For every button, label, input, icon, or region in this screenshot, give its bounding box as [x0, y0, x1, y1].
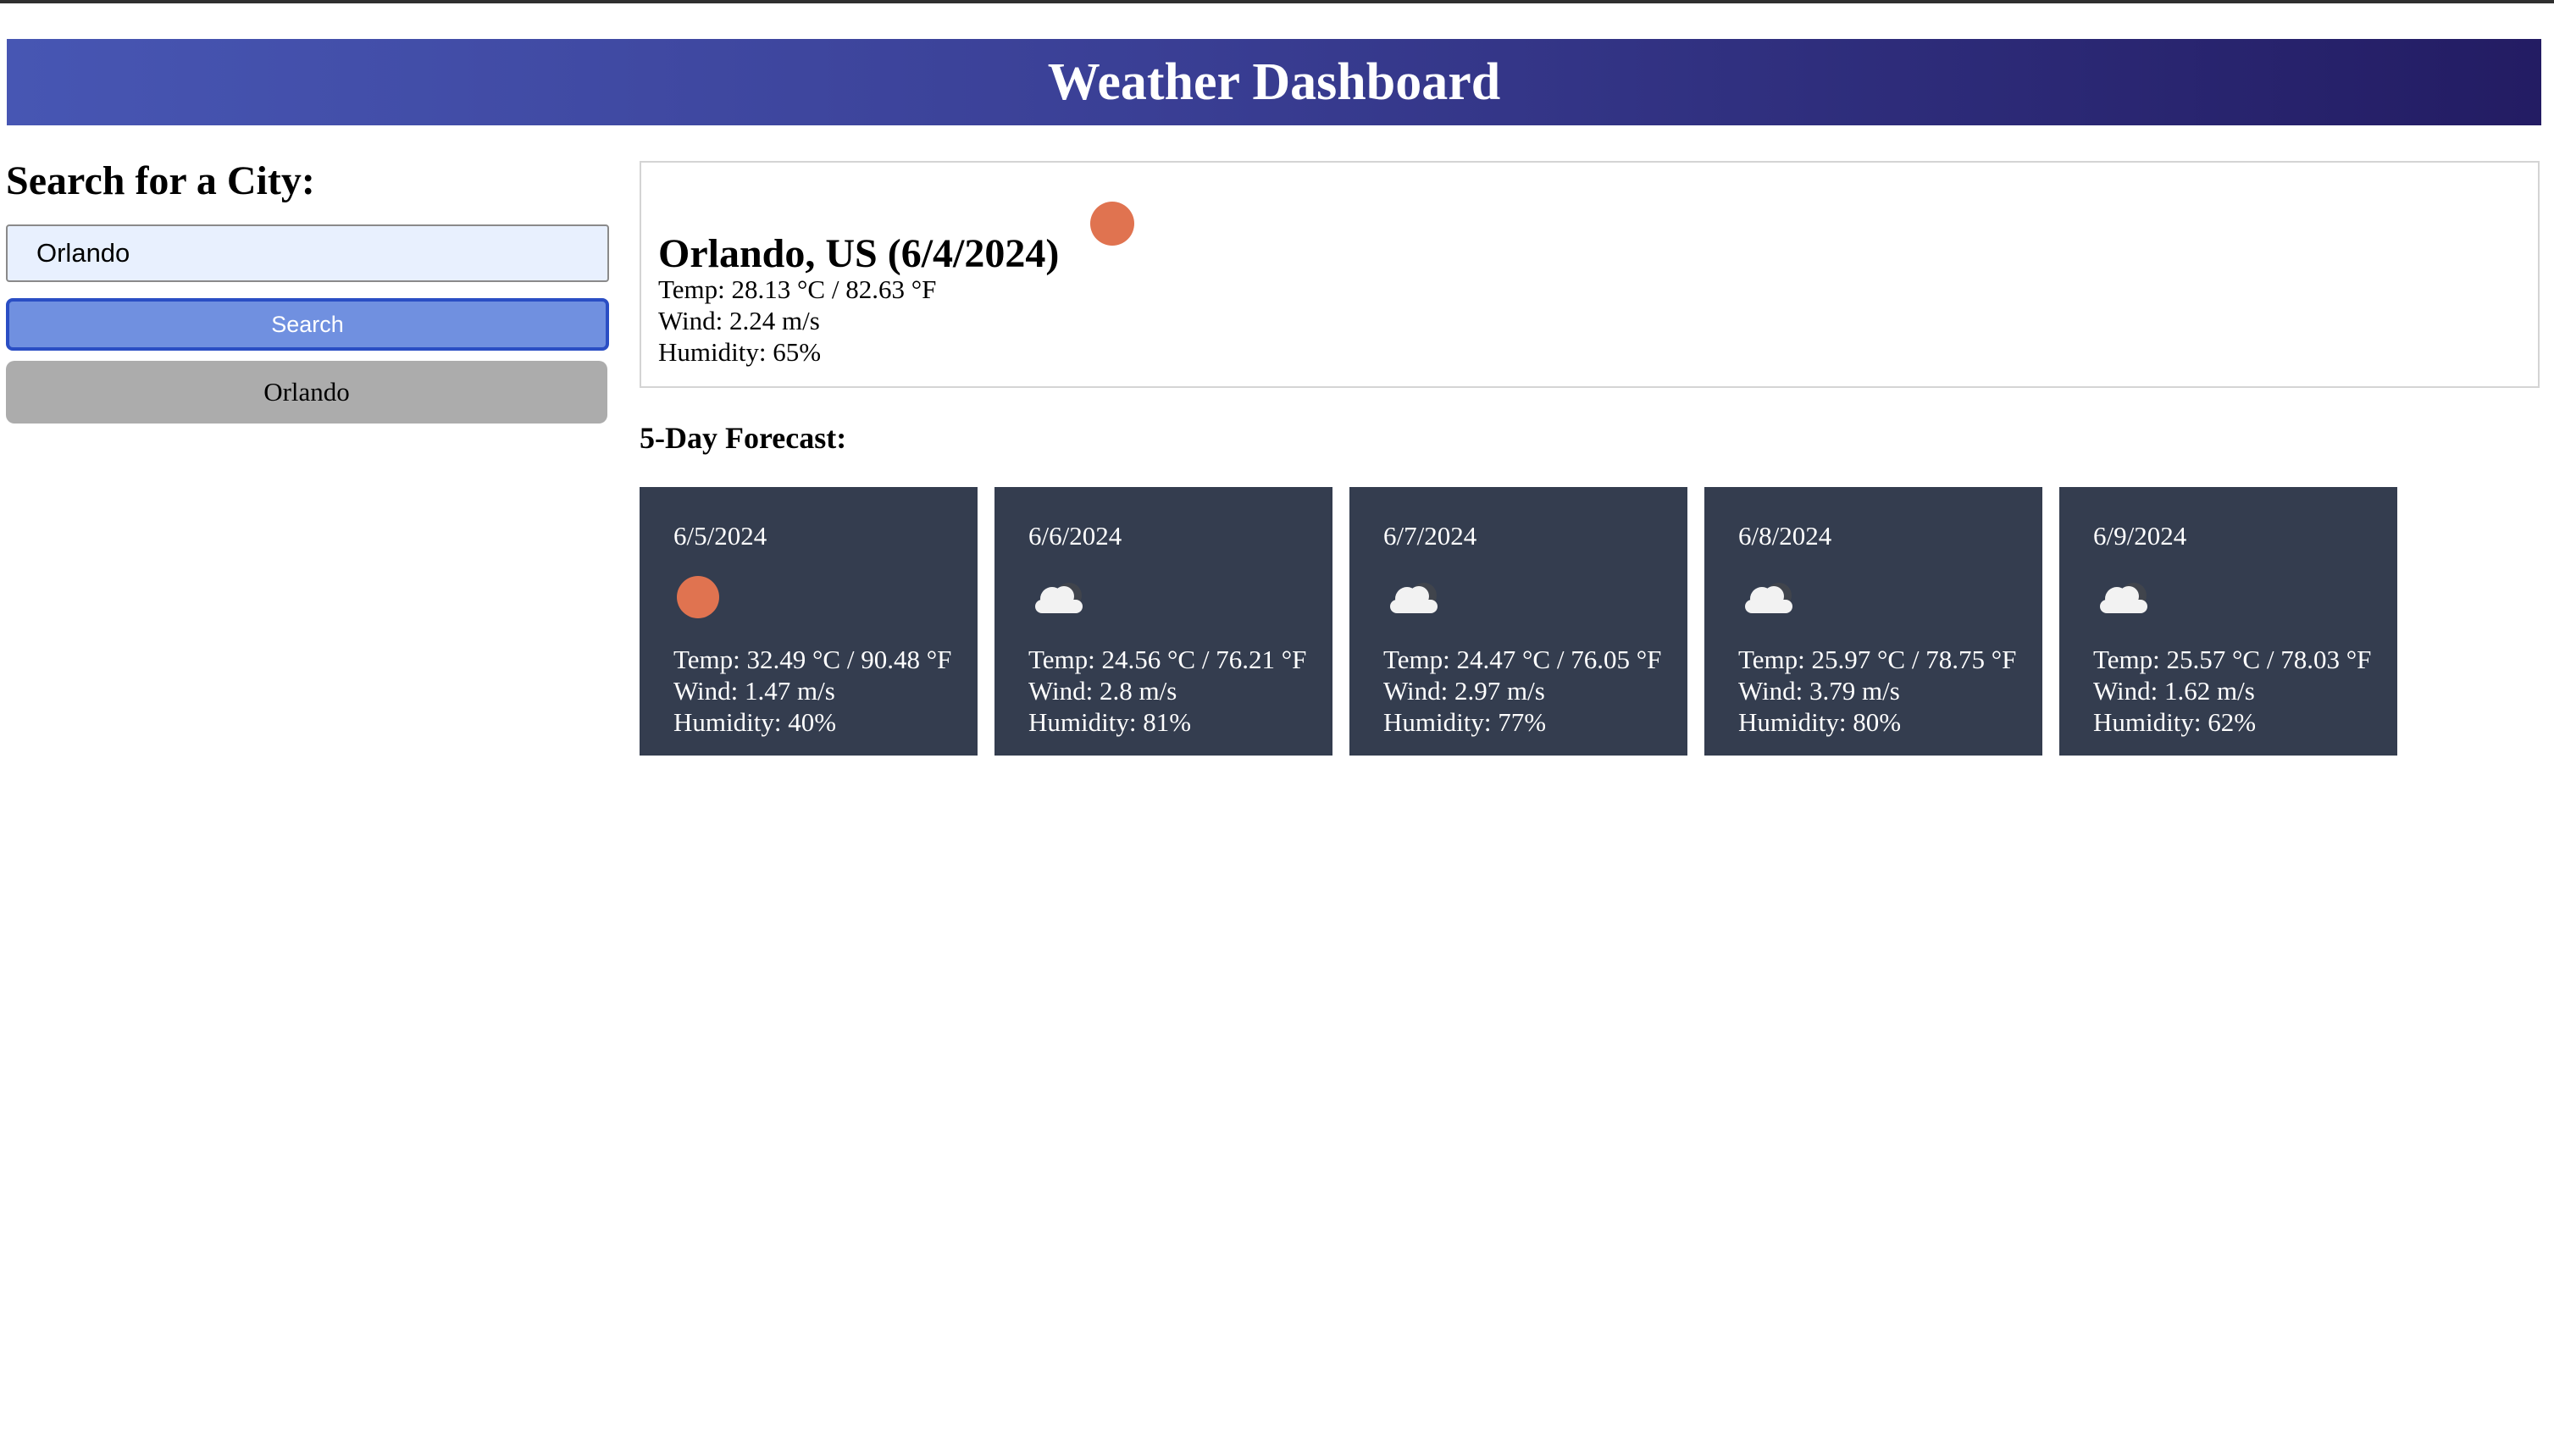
current-humidity: Humidity: 65%	[658, 337, 822, 367]
forecast-card: 6/7/2024 Temp: 24.47 °C / 76.05 °F Wind:…	[1349, 487, 1687, 756]
forecast-date: 6/5/2024	[673, 521, 767, 551]
app-header: Weather Dashboard	[7, 39, 2541, 125]
search-button[interactable]: Search	[6, 298, 609, 351]
forecast-temp: Temp: 32.49 °C / 90.48 °F	[673, 645, 952, 674]
cloud-icon	[1745, 583, 1792, 613]
forecast-date: 6/7/2024	[1383, 521, 1477, 551]
cloud-icon	[2100, 583, 2147, 613]
search-title: Search for a City:	[6, 158, 315, 203]
current-city-title: Orlando, US (6/4/2024)	[658, 231, 1060, 276]
city-search-input[interactable]	[6, 224, 609, 282]
page-title: Weather Dashboard	[1047, 53, 1501, 111]
forecast-wind: Wind: 2.97 m/s	[1383, 676, 1545, 706]
forecast-title: 5-Day Forecast:	[640, 421, 847, 455]
forecast-humidity: Humidity: 40%	[673, 707, 837, 737]
forecast-card: 6/5/2024 Temp: 32.49 °C / 90.48 °F Wind:…	[640, 487, 978, 756]
forecast-wind: Wind: 1.47 m/s	[673, 676, 835, 706]
top-border	[0, 0, 2554, 3]
forecast-wind: Wind: 3.79 m/s	[1738, 676, 1900, 706]
forecast-humidity: Humidity: 81%	[1028, 707, 1192, 737]
forecast-humidity: Humidity: 77%	[1383, 707, 1547, 737]
forecast-wind: Wind: 1.62 m/s	[2093, 676, 2255, 706]
current-temp: Temp: 28.13 °C / 82.63 °F	[658, 274, 937, 304]
forecast-card: 6/6/2024 Temp: 24.56 °C / 76.21 °F Wind:…	[994, 487, 1332, 756]
forecast-temp: Temp: 24.47 °C / 76.05 °F	[1383, 645, 1662, 674]
sun-icon	[1090, 202, 1134, 246]
forecast-wind: Wind: 2.8 m/s	[1028, 676, 1177, 706]
forecast-humidity: Humidity: 62%	[2093, 707, 2257, 737]
sun-icon	[677, 576, 719, 618]
history-button-orlando[interactable]: Orlando	[6, 361, 607, 424]
forecast-date: 6/8/2024	[1738, 521, 1832, 551]
forecast-card: 6/8/2024 Temp: 25.97 °C / 78.75 °F Wind:…	[1704, 487, 2042, 756]
current-wind: Wind: 2.24 m/s	[658, 306, 820, 335]
forecast-temp: Temp: 24.56 °C / 76.21 °F	[1028, 645, 1307, 674]
forecast-date: 6/9/2024	[2093, 521, 2187, 551]
forecast-card: 6/9/2024 Temp: 25.57 °C / 78.03 °F Wind:…	[2059, 487, 2397, 756]
forecast-temp: Temp: 25.97 °C / 78.75 °F	[1738, 645, 2017, 674]
forecast-humidity: Humidity: 80%	[1738, 707, 1902, 737]
cloud-icon	[1390, 583, 1438, 613]
forecast-date: 6/6/2024	[1028, 521, 1122, 551]
forecast-temp: Temp: 25.57 °C / 78.03 °F	[2093, 645, 2372, 674]
cloud-icon	[1035, 583, 1083, 613]
current-weather-card: Orlando, US (6/4/2024) Temp: 28.13 °C / …	[640, 161, 2540, 388]
